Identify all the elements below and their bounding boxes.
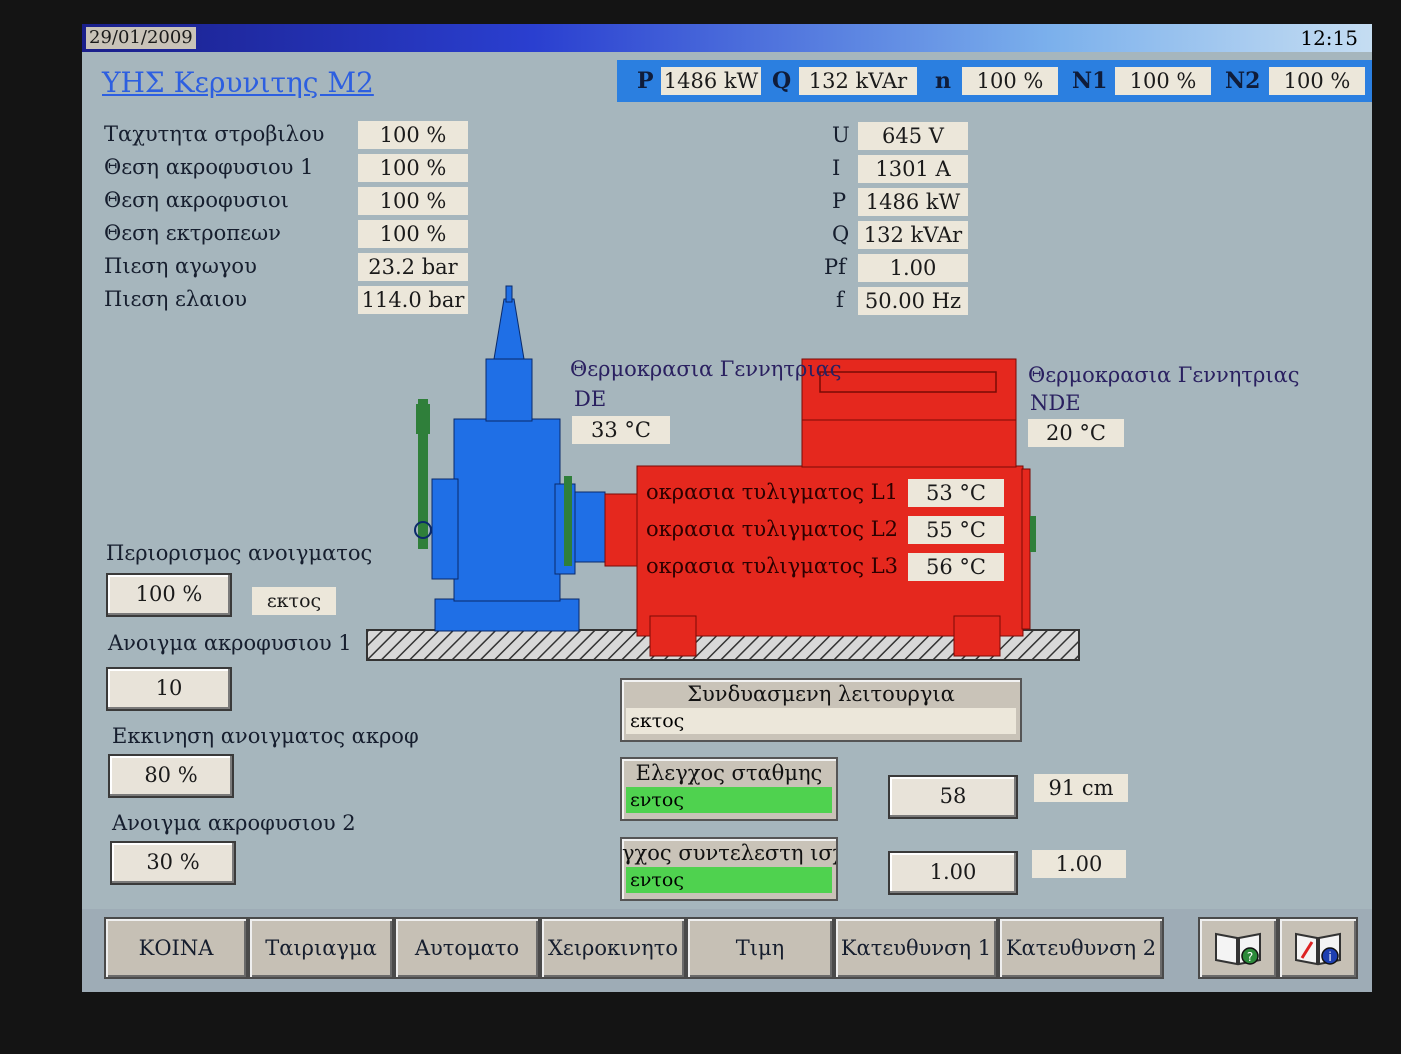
level-control-panel[interactable]: Ελεγχος σταθμης εντος [620, 757, 838, 821]
turbine-speed-value: 100 % [358, 121, 468, 149]
start-opening-label: Εκκινηση ανοιγματος ακροφ [112, 724, 419, 748]
generator-shape [604, 358, 1036, 657]
pf-control-panel[interactable]: γχος συντελεστη ισχ εντος [620, 837, 838, 901]
penstock-pressure-label: Πιεση αγωγου [104, 254, 257, 278]
opening-limit-status: εκτος [252, 587, 336, 615]
svg-text:?: ? [1247, 950, 1253, 964]
tab-koina[interactable]: ΚΟΙΝΑ [104, 917, 248, 979]
combined-operation-panel[interactable]: Συνδυασμενη λειτουργια εκτος [620, 678, 1022, 742]
nozzle1-position-value: 100 % [358, 154, 468, 182]
winding-l3-label: οκρασια τυλιγματος L3 [646, 554, 899, 578]
nozzle2-position-label: Θεση ακροφυσιοι [104, 188, 289, 212]
help-book-icon[interactable]: ? [1198, 917, 1278, 979]
gen-temp-de-label: Θερμοκρασια Γεννητριας [570, 357, 842, 381]
level-setpoint-input[interactable]: 58 [888, 775, 1018, 819]
level-reading: 91 cm [1034, 774, 1128, 802]
oil-pressure-label: Πιεση ελαιου [104, 287, 248, 311]
nozzle1-open-input[interactable]: 10 [106, 667, 232, 711]
title-bar: 29/01/2009 12:15 [82, 24, 1372, 52]
pf-reading: 1.00 [1032, 850, 1126, 878]
clock-display: 12:15 [1300, 26, 1358, 50]
gen-temp-de-sub: DE [574, 387, 607, 411]
tab-automato[interactable]: Αυτοματο [394, 917, 540, 979]
opening-limit-input[interactable]: 100 % [106, 573, 232, 617]
strip-n2-label: N2 [1225, 68, 1261, 94]
turbine-shape [414, 285, 606, 632]
deflector-position-value: 100 % [358, 220, 468, 248]
voltage-value: 645 V [858, 122, 968, 150]
svg-text:i: i [1328, 950, 1331, 964]
combined-operation-title: Συνδυασμενη λειτουργια [687, 682, 955, 706]
station-title[interactable]: ΥΗΣ Κερυνιτης Μ2 [102, 66, 374, 99]
strip-q-label: Q [772, 68, 792, 94]
active-power-value: 1486 kW [858, 188, 968, 216]
winding-l1-label: οκρασια τυλιγματος L1 [646, 480, 899, 504]
combined-operation-status: εκτος [626, 708, 1016, 734]
gen-temp-nde-label: Θερμοκρασια Γεννητριας [1028, 363, 1300, 387]
turbine-speed-label: Ταχυτητα στροβιλου [104, 122, 325, 146]
strip-n1-value: 100 % [1115, 67, 1211, 95]
date-display: 29/01/2009 [86, 27, 196, 49]
strip-p-label: P [637, 68, 654, 94]
tab-timi[interactable]: Τιμη [686, 917, 834, 979]
level-control-status: εντος [626, 787, 832, 813]
strip-n-label: n [935, 68, 951, 94]
nozzle1-position-label: Θεση ακροφυσιου 1 [104, 155, 314, 179]
gen-temp-nde-sub: NDE [1030, 391, 1081, 415]
nozzle1-open-label: Ανοιγμα ακροφυσιου 1 [108, 631, 352, 655]
winding-l2-label: οκρασια τυλιγματος L2 [646, 517, 899, 541]
turbine-generator-diagram [366, 285, 1080, 661]
pf-control-status: εντος [626, 867, 832, 893]
pf-setpoint-input[interactable]: 1.00 [888, 851, 1018, 895]
deflector-position-label: Θεση εκτροπεων [104, 221, 281, 245]
info-book-icon[interactable]: i [1278, 917, 1358, 979]
level-control-title: Ελεγχος σταθμης [635, 761, 823, 785]
winding-l1-value: 53 °C [908, 479, 1004, 507]
tab-kateuthynsi-2[interactable]: Κατευθυνση 2 [998, 917, 1164, 979]
active-power-label: P [832, 189, 847, 213]
winding-l2-value: 55 °C [908, 516, 1004, 544]
scada-screen: 29/01/2009 12:15 ΥΗΣ Κερυνιτης Μ2 P 1486… [82, 24, 1372, 992]
voltage-label: U [832, 123, 850, 147]
strip-n2-value: 100 % [1269, 67, 1365, 95]
current-value: 1301 A [858, 155, 968, 183]
pf-control-title: γχος συντελεστη ισχ [622, 841, 836, 865]
reactive-power-label: Q [832, 222, 850, 246]
winding-l3-value: 56 °C [908, 553, 1004, 581]
tab-tairiagma[interactable]: Ταιριαγμα [248, 917, 394, 979]
start-opening-input[interactable]: 80 % [108, 754, 234, 798]
strip-p-value: 1486 kW [661, 67, 761, 95]
gen-temp-de-value: 33 °C [572, 416, 670, 444]
nozzle2-open-label: Ανοιγμα ακροφυσιου 2 [112, 811, 356, 835]
gen-temp-nde-value: 20 °C [1028, 419, 1124, 447]
nozzle2-open-input[interactable]: 30 % [110, 841, 236, 885]
strip-n1-label: N1 [1072, 68, 1108, 94]
current-label: I [832, 156, 841, 180]
opening-limit-label: Περιορισμος ανοιγματος [106, 541, 373, 565]
strip-n-value: 100 % [962, 67, 1058, 95]
tab-kateuthynsi-1[interactable]: Κατευθυνση 1 [834, 917, 998, 979]
reactive-power-value: 132 kVAr [858, 221, 968, 249]
nozzle2-position-value: 100 % [358, 187, 468, 215]
top-status-strip: P 1486 kW Q 132 kVAr n 100 % N1 100 % N2… [617, 60, 1372, 102]
strip-q-value: 132 kVAr [799, 67, 917, 95]
bottom-navigation-bar: ΚΟΙΝΑ Ταιριαγμα Αυτοματο Χειροκινητο Τιμ… [82, 909, 1372, 992]
tab-xeirokinito[interactable]: Χειροκινητο [540, 917, 686, 979]
